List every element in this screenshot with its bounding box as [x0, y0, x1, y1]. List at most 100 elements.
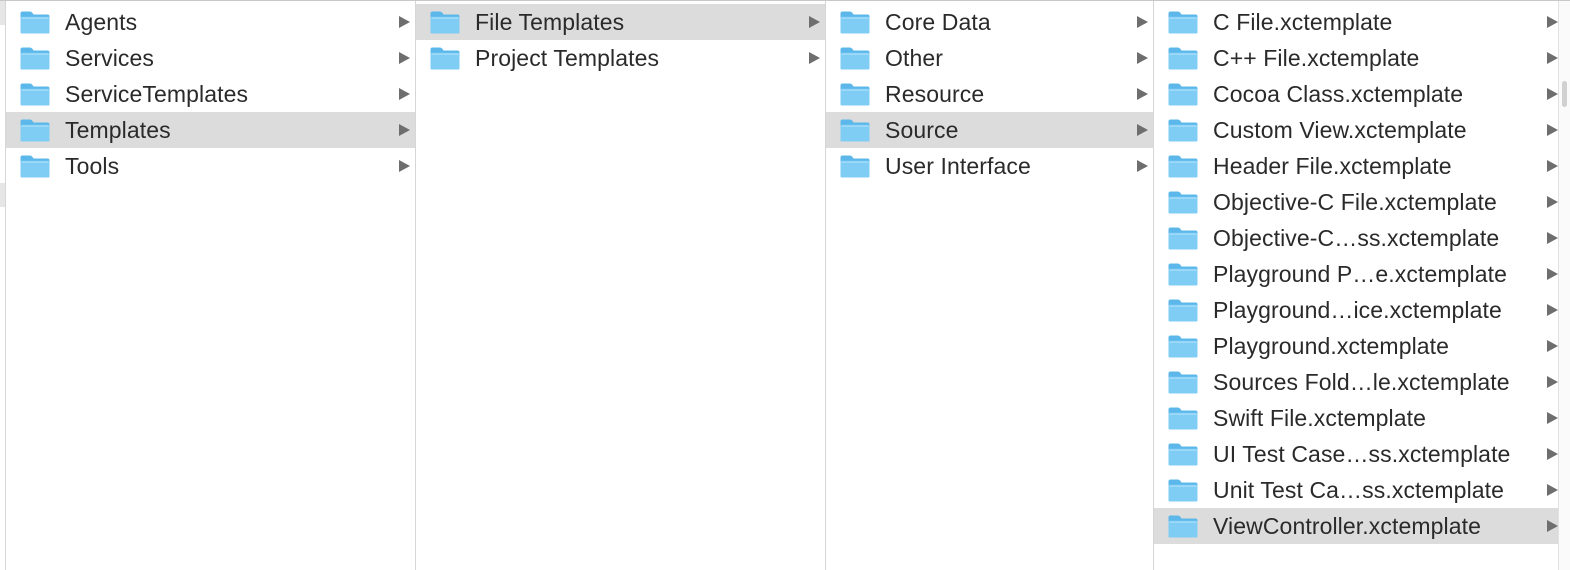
disclosure-arrow-icon[interactable]: [1547, 340, 1558, 352]
disclosure-arrow-icon[interactable]: [1547, 16, 1558, 28]
disclosure-arrow-icon[interactable]: [1547, 412, 1558, 424]
folder-icon: [1167, 478, 1199, 503]
disclosure-arrow-icon[interactable]: [399, 124, 410, 136]
folder-item[interactable]: Cocoa Class.xctemplate: [1154, 76, 1558, 112]
folder-item[interactable]: Project Templates: [416, 40, 825, 76]
folder-item[interactable]: Services: [6, 40, 415, 76]
folder-item-label: ServiceTemplates: [65, 80, 249, 107]
folder-item[interactable]: Objective-C File.xctemplate: [1154, 184, 1558, 220]
disclosure-arrow-icon[interactable]: [1547, 268, 1558, 280]
folder-item-label: Header File.xctemplate: [1213, 152, 1452, 179]
folder-icon: [1167, 514, 1199, 539]
disclosure-arrow-icon[interactable]: [399, 52, 410, 64]
disclosure-arrow-icon[interactable]: [1547, 196, 1558, 208]
folder-item-label: C File.xctemplate: [1213, 8, 1393, 35]
folder-item[interactable]: Agents: [6, 4, 415, 40]
folder-item[interactable]: Playground P…e.xctemplate: [1154, 256, 1558, 292]
folder-icon: [1167, 190, 1199, 215]
folder-icon: [1167, 154, 1199, 179]
disclosure-arrow-icon[interactable]: [1547, 520, 1558, 532]
folder-item-label: Project Templates: [475, 44, 660, 71]
disclosure-arrow-icon[interactable]: [809, 52, 820, 64]
folder-item[interactable]: UI Test Case…ss.xctemplate: [1154, 436, 1558, 472]
folder-item[interactable]: User Interface: [826, 148, 1153, 184]
folder-item[interactable]: Swift File.xctemplate: [1154, 400, 1558, 436]
selected-folder-item[interactable]: ViewController.xctemplate: [1154, 508, 1558, 544]
folder-icon: [1167, 46, 1199, 71]
folder-icon: [839, 154, 871, 179]
folder-icon: [19, 82, 51, 107]
folder-item[interactable]: Core Data: [826, 4, 1153, 40]
folder-icon: [429, 46, 461, 71]
column-4[interactable]: C File.xctemplate C++ File.xctemplate Coco…: [1154, 1, 1558, 570]
disclosure-arrow-icon[interactable]: [1547, 448, 1558, 460]
folder-icon: [1167, 262, 1199, 287]
scrollbar-thumb[interactable]: [1562, 81, 1567, 107]
column-3[interactable]: Core Data Other Resource Source User Interfa…: [826, 1, 1154, 570]
disclosure-arrow-icon[interactable]: [399, 88, 410, 100]
disclosure-arrow-icon[interactable]: [1137, 160, 1148, 172]
folder-icon: [1167, 442, 1199, 467]
folder-item[interactable]: Objective-C…ss.xctemplate: [1154, 220, 1558, 256]
folder-item-label: Custom View.xctemplate: [1213, 116, 1467, 143]
folder-item[interactable]: Custom View.xctemplate: [1154, 112, 1558, 148]
folder-item-label: Templates: [65, 116, 171, 143]
disclosure-arrow-icon[interactable]: [1137, 52, 1148, 64]
disclosure-arrow-icon[interactable]: [1547, 484, 1558, 496]
disclosure-arrow-icon[interactable]: [399, 16, 410, 28]
folder-item-label: File Templates: [475, 8, 625, 35]
folder-icon: [19, 118, 51, 143]
folder-item[interactable]: Resource: [826, 76, 1153, 112]
folder-icon: [19, 46, 51, 71]
disclosure-arrow-icon[interactable]: [399, 160, 410, 172]
folder-icon: [1167, 298, 1199, 323]
folder-item[interactable]: C File.xctemplate: [1154, 4, 1558, 40]
folder-icon: [1167, 370, 1199, 395]
folder-item[interactable]: Tools: [6, 148, 415, 184]
folder-item-label: Other: [885, 44, 944, 71]
folder-item[interactable]: Playground.xctemplate: [1154, 328, 1558, 364]
disclosure-arrow-icon[interactable]: [1547, 124, 1558, 136]
folder-item-label: Resource: [885, 80, 985, 107]
vertical-scrollbar[interactable]: [1558, 1, 1570, 570]
folder-item[interactable]: Sources Fold…le.xctemplate: [1154, 364, 1558, 400]
disclosure-arrow-icon[interactable]: [1547, 88, 1558, 100]
folder-icon: [19, 10, 51, 35]
column-1[interactable]: Agents Services ServiceTemplates Templates T…: [6, 1, 416, 570]
folder-item-label: Objective-C…ss.xctemplate: [1213, 224, 1500, 251]
folder-item-label: Playground…ice.xctemplate: [1213, 296, 1502, 323]
folder-item-label: Agents: [65, 8, 138, 35]
folder-item-label: Tools: [65, 152, 120, 179]
folder-item-label: Objective-C File.xctemplate: [1213, 188, 1497, 215]
folder-icon: [429, 10, 461, 35]
column-2[interactable]: File Templates Project Templates: [416, 1, 826, 570]
selected-folder-item[interactable]: File Templates: [416, 4, 825, 40]
folder-icon: [839, 118, 871, 143]
folder-item-label: Sources Fold…le.xctemplate: [1213, 368, 1510, 395]
folder-icon: [1167, 334, 1199, 359]
disclosure-arrow-icon[interactable]: [1137, 16, 1148, 28]
folder-icon: [1167, 10, 1199, 35]
folder-item[interactable]: ServiceTemplates: [6, 76, 415, 112]
folder-item-label: Core Data: [885, 8, 991, 35]
disclosure-arrow-icon[interactable]: [1547, 376, 1558, 388]
folder-item[interactable]: Unit Test Ca…ss.xctemplate: [1154, 472, 1558, 508]
disclosure-arrow-icon[interactable]: [809, 16, 820, 28]
folder-icon: [1167, 82, 1199, 107]
disclosure-arrow-icon[interactable]: [1547, 232, 1558, 244]
folder-icon: [1167, 406, 1199, 431]
folder-icon: [839, 46, 871, 71]
selected-folder-item[interactable]: Source: [826, 112, 1153, 148]
folder-item-label: Unit Test Ca…ss.xctemplate: [1213, 476, 1505, 503]
disclosure-arrow-icon[interactable]: [1547, 304, 1558, 316]
folder-item[interactable]: Other: [826, 40, 1153, 76]
selected-folder-item[interactable]: Templates: [6, 112, 415, 148]
folder-item-label: Playground.xctemplate: [1213, 332, 1450, 359]
folder-item[interactable]: Playground…ice.xctemplate: [1154, 292, 1558, 328]
disclosure-arrow-icon[interactable]: [1547, 160, 1558, 172]
disclosure-arrow-icon[interactable]: [1547, 52, 1558, 64]
disclosure-arrow-icon[interactable]: [1137, 88, 1148, 100]
folder-item[interactable]: Header File.xctemplate: [1154, 148, 1558, 184]
folder-item[interactable]: C++ File.xctemplate: [1154, 40, 1558, 76]
disclosure-arrow-icon[interactable]: [1137, 124, 1148, 136]
